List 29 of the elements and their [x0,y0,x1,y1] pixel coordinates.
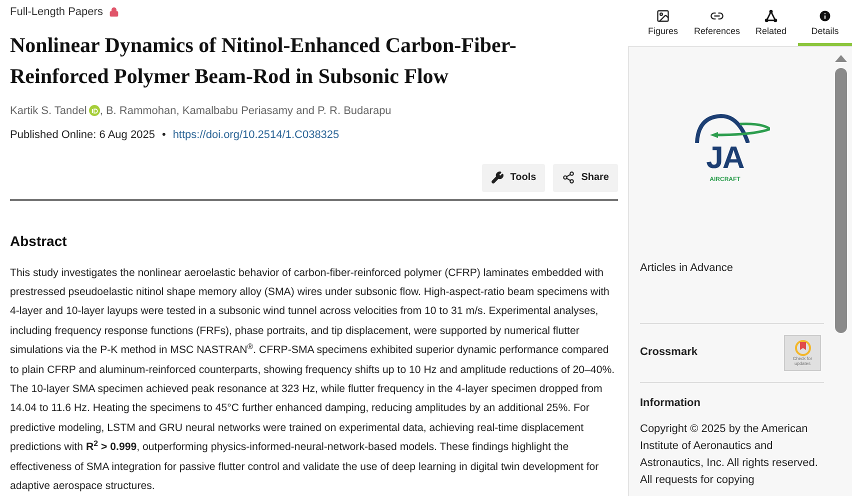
abstract-heading: Abstract [10,232,68,250]
article-title: Nonlinear Dynamics of Nitinol-Enhanced Carbon-Fiber-Reinforced Polymer Beam-Rod in Subsonic Flow [10,32,518,90]
triangle-nodes-icon [764,8,778,23]
bookmark-circle-icon [794,340,810,356]
publication-status: Articles in Advance [640,261,734,276]
author-names: Kartik S. Tandel [10,104,87,118]
scrollbar-thumb[interactable] [835,68,847,333]
orcid-icon[interactable] [88,105,100,116]
share-icon [562,171,576,184]
publication-date: Published Online: 6 Aug 2025 [10,128,155,143]
journal-logo-arc-icon [694,113,770,143]
action-button[interactable]: Share [553,164,618,192]
doi-link[interactable]: https://doi.org/10.2514/1.C038325 [172,127,340,144]
author-names: , B. Rammohan, Kamalbabu Periasamy and P. R. Budarapu [100,104,392,118]
info-icon [818,8,832,23]
separator-dot: • [162,128,166,143]
section-label: Full-Length Papers [10,5,103,20]
crossmark-label: Crossmark [640,345,698,360]
sidebar-tab[interactable]: References [690,0,744,46]
scroll-up-icon[interactable] [835,55,847,62]
image-icon [656,8,670,23]
copyright-text: Copyright © 2025 by the American Institute of Aeronautics and Astronautics, Inc. All rights reserved. All requests for copying [640,422,819,488]
information-heading: Information [640,396,702,410]
action-button[interactable]: Tools [482,164,546,192]
sidebar-tab[interactable]: Figures [636,0,690,46]
abstract-paragraph: This study investigates the nonlinear aeroelastic behavior of carbon-fiber-reinforced polymer (CFRP) laminates embedded with prestressed pseudoelastic nitinol shape memory alloy (SMA) wires under subsonic flow. High-aspect-ratio beam specimens with 4-layer and 10-layer layups were tested in a subsonic wind tunnel across velocities from 10 to 31 m/s. Experimental analyses, including frequency response functions (FRFs), phase portraits, and tip displacement, were supported by numerical flutter simulations via the P-K method in MSC NASTRAN$^{®}$. CFRP-SMA specimens exhibited superior dynamic performance compared to plain CFRP and aluminum-reinforced counterparts, showing frequency shifts up to 10 Hz and amplitude reductions of 20–40%. The 10-layer SMA specimen achieved peak resonance at 323 Hz, while flutter frequency in the 4-layer specimen dropped from 14.04 to 11.6 Hz. Heating the specimens to 45°C further enhanced damping, reducing amplitudes by an additional 25%. For predictive modeling, LSTM and GRU neural networks were trained on experimental data, achieving real-time displacement predictions with R$^{2}$ > 0.999, outperforming physics-informed-neural-network-based models. These findings highlight the effectiveness of SMA integration for passive flutter control and validate the use of deep learning in digital twin development for adaptive aerospace structures. [10,266,616,494]
sidebar-tab[interactable]: Related [744,0,798,46]
wrench-icon [491,171,504,184]
journal-logo-letters: JA [706,143,744,173]
